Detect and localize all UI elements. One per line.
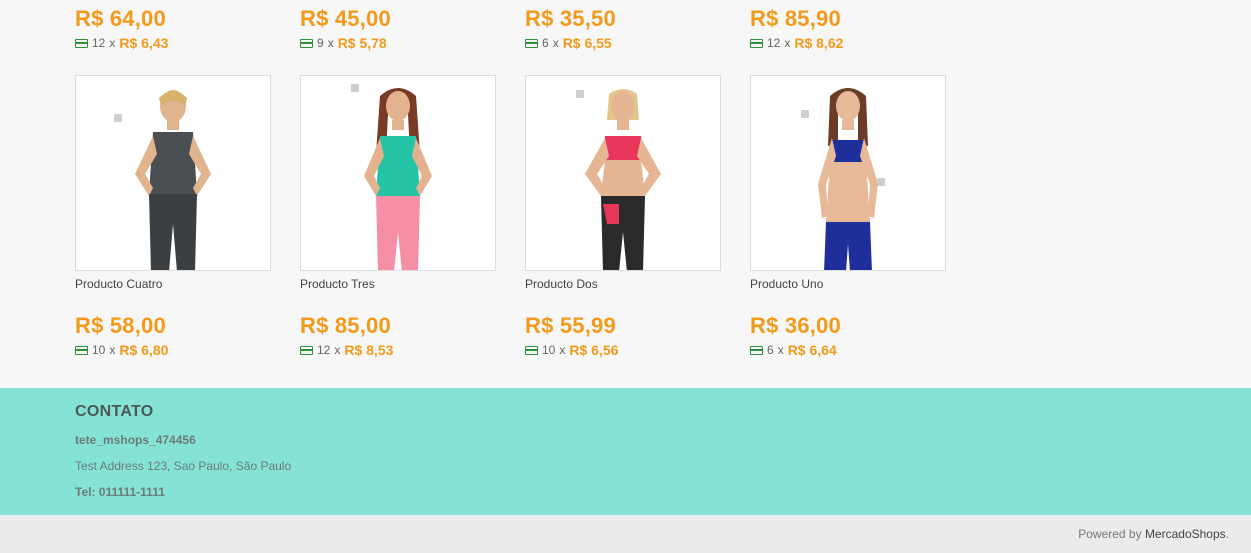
product-card-dos[interactable]: Producto Dos R$ 55,99 10 x R$ 6,56 (525, 75, 721, 357)
model-figure (364, 88, 432, 270)
installment-value: R$ 6,55 (562, 35, 612, 51)
product-name[interactable]: Producto Cuatro (75, 277, 271, 291)
installment-value: R$ 6,56 (569, 342, 619, 358)
store-name: tete_mshops_474456 (75, 433, 196, 447)
installment-count: 6 (542, 36, 549, 50)
product-price[interactable]: R$ 85,90 (750, 6, 946, 32)
shorts (824, 222, 872, 270)
product-card-uno[interactable]: Producto Uno R$ 36,00 6 x R$ 6,64 (750, 75, 946, 357)
installments: 10 x R$ 6,56 (525, 343, 721, 357)
product-card[interactable]: R$ 85,90 12 x R$ 8,62 (750, 6, 946, 50)
installments: 12 x R$ 8,53 (300, 343, 496, 357)
tank-top (149, 132, 197, 194)
installments: 10 x R$ 6,80 (75, 343, 271, 357)
product-price[interactable]: R$ 36,00 (750, 313, 946, 339)
credit-card-icon (525, 345, 538, 355)
credit-card-icon (75, 345, 88, 355)
product-name[interactable]: Producto Uno (750, 277, 946, 291)
installment-value: R$ 6,64 (787, 342, 837, 358)
product-card[interactable]: R$ 64,00 12 x R$ 6,43 (75, 6, 271, 50)
product-price[interactable]: R$ 45,00 (300, 6, 496, 32)
credit-card-icon (750, 345, 763, 355)
installment-count: 12 (92, 36, 106, 50)
product-image[interactable] (300, 75, 496, 271)
product-card[interactable]: R$ 45,00 9 x R$ 5,78 (300, 6, 496, 50)
product-image[interactable] (525, 75, 721, 271)
contact-title: CONTATO (75, 403, 154, 420)
product-price[interactable]: R$ 58,00 (75, 313, 271, 339)
leggings (376, 196, 420, 270)
sports-bra (603, 136, 643, 160)
installments: 12 x R$ 8,62 (750, 36, 946, 50)
credit-card-icon (750, 38, 763, 48)
product-price[interactable]: R$ 55,99 (525, 313, 721, 339)
footer: Powered by MercadoShops. (0, 515, 1251, 553)
product-price[interactable]: R$ 85,00 (300, 313, 496, 339)
tank-top (376, 136, 420, 196)
installment-separator: x (777, 343, 784, 357)
store-phone: Tel: 011111-1111 (75, 485, 165, 499)
powered-suffix: . (1225, 527, 1229, 541)
installment-count: 9 (317, 36, 324, 50)
product-image[interactable] (75, 75, 271, 271)
model-figure (585, 89, 661, 270)
installment-separator: x (109, 343, 116, 357)
contact-section: CONTATO tete_mshops_474456 Test Address … (0, 388, 1251, 515)
credit-card-icon (300, 345, 313, 355)
model-figure (818, 88, 878, 270)
installment-separator: x (784, 36, 791, 50)
powered-prefix: Powered by (1078, 527, 1142, 541)
installment-separator: x (559, 343, 566, 357)
installment-separator: x (327, 36, 334, 50)
installment-separator: x (109, 36, 116, 50)
product-card-cuatro[interactable]: Producto Cuatro R$ 58,00 10 x R$ 6,80 (75, 75, 271, 357)
installment-count: 12 (767, 36, 781, 50)
product-card-tres[interactable]: Producto Tres R$ 85,00 12 x R$ 8,53 (300, 75, 496, 357)
store-address: Test Address 123, Sao Paulo, São Paulo (75, 459, 292, 473)
installments: 9 x R$ 5,78 (300, 36, 496, 50)
mercadoshops-link[interactable]: MercadoShops (1145, 527, 1226, 541)
credit-card-icon (300, 38, 313, 48)
installment-count: 10 (92, 343, 106, 357)
model-figure (135, 90, 211, 270)
installment-count: 6 (767, 343, 774, 357)
installment-separator: x (334, 343, 341, 357)
leggings (149, 194, 197, 270)
credit-card-icon (75, 38, 88, 48)
sports-bra (830, 140, 866, 162)
installment-value: R$ 8,62 (794, 35, 844, 51)
product-price[interactable]: R$ 35,50 (525, 6, 721, 32)
installments: 6 x R$ 6,55 (525, 36, 721, 50)
product-image[interactable] (750, 75, 946, 271)
powered-by: Powered by MercadoShops. (1078, 527, 1229, 541)
product-name[interactable]: Producto Tres (300, 277, 496, 291)
installment-separator: x (552, 36, 559, 50)
installments: 12 x R$ 6,43 (75, 36, 271, 50)
credit-card-icon (525, 38, 538, 48)
product-card[interactable]: R$ 35,50 6 x R$ 6,55 (525, 6, 721, 50)
installment-count: 12 (317, 343, 331, 357)
product-price[interactable]: R$ 64,00 (75, 6, 271, 32)
installment-value: R$ 8,53 (344, 342, 394, 358)
installments: 6 x R$ 6,64 (750, 343, 946, 357)
installment-count: 10 (542, 343, 556, 357)
installment-value: R$ 6,80 (119, 342, 169, 358)
product-name[interactable]: Producto Dos (525, 277, 721, 291)
installment-value: R$ 5,78 (337, 35, 387, 51)
installment-value: R$ 6,43 (119, 35, 169, 51)
